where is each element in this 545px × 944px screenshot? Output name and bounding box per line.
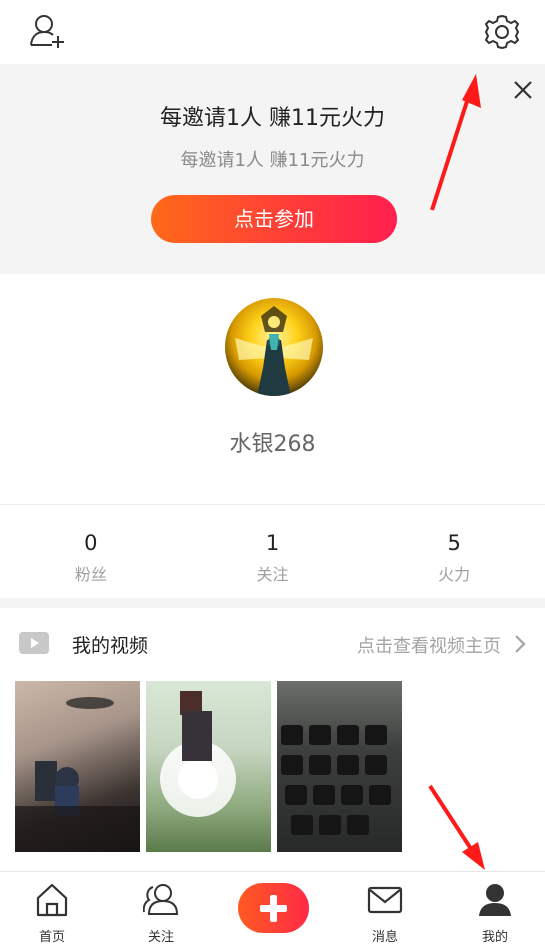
plus-icon [260,895,287,922]
my-videos-title: 我的视频 [72,635,149,657]
stat-following[interactable]: 1 关注 [182,505,364,598]
play-icon [19,632,49,654]
stat-label: 粉丝 [74,565,107,584]
view-video-homepage-link[interactable]: 点击查看视频主页 [357,632,501,658]
stat-value: 1 [265,531,280,555]
nav-me[interactable]: 我的 [455,872,535,944]
users-icon [142,882,179,918]
stat-firepower[interactable]: 5 火力 [363,505,545,598]
banner-subtitle: 每邀请1人 赚11元火力 [180,150,365,171]
gear-icon[interactable] [482,12,522,52]
stat-value: 5 [447,531,461,555]
video-thumbnail[interactable] [277,681,402,852]
nav-messages[interactable]: 消息 [345,872,425,944]
stat-fans[interactable]: 0 粉丝 [0,505,182,598]
join-button[interactable]: 点击参加 [151,195,397,243]
nav-label: 消息 [371,930,398,944]
username: 水银268 [229,432,316,457]
add-user-icon[interactable] [28,12,68,48]
avatar[interactable] [225,298,323,396]
nav-label: 我的 [481,930,508,944]
section-separator [0,598,545,608]
nav-label: 首页 [38,930,65,944]
top-bar [0,0,545,64]
stat-value: 0 [84,531,98,555]
close-icon[interactable] [511,78,535,102]
nav-home[interactable]: 首页 [12,872,92,944]
bottom-nav: 首页 关注 消息 我的 [0,871,545,944]
invite-banner: 每邀请1人 赚11元火力 每邀请1人 赚11元火力 点击参加 [0,64,545,274]
my-videos-header[interactable]: 我的视频 点击查看视频主页 [0,618,545,670]
home-icon [34,882,70,918]
stat-label: 关注 [256,565,289,584]
stats-row: 0 粉丝 1 关注 5 火力 [0,505,545,598]
create-button[interactable] [238,883,309,933]
nav-label: 关注 [147,930,174,944]
nav-following[interactable]: 关注 [121,872,201,944]
chevron-right-icon[interactable] [513,634,527,654]
mail-icon [367,882,403,918]
stat-label: 火力 [438,565,471,584]
video-thumbnail[interactable] [15,681,140,852]
video-thumbnail[interactable] [146,681,271,852]
person-icon [477,882,513,918]
banner-title: 每邀请1人 赚11元火力 [160,106,385,131]
